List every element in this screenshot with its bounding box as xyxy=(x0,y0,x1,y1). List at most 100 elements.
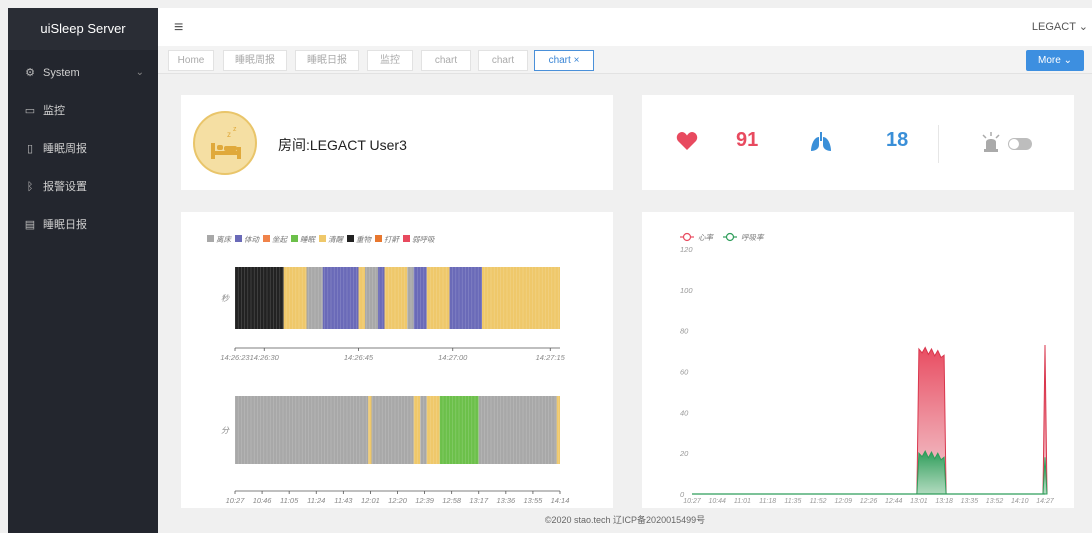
state-segment xyxy=(306,267,323,329)
chevron-down-icon: ⌄ xyxy=(135,67,144,78)
y-tick-label: 120 xyxy=(680,245,693,254)
top-header: ≡ LEGACT ⌄ xyxy=(158,8,1092,46)
legend-label: 心率 xyxy=(698,233,714,242)
legend-marker xyxy=(682,232,692,242)
svg-text:z: z xyxy=(233,126,237,133)
y-tick-label: 20 xyxy=(679,449,689,458)
state-segment xyxy=(413,267,427,329)
legend-label: 清醒 xyxy=(328,235,344,244)
x-tick-label: 10:27 xyxy=(226,496,246,505)
y-axis-label: 秒 xyxy=(221,294,230,303)
lungs-icon xyxy=(811,132,831,151)
x-tick-label: 10:27 xyxy=(683,498,702,505)
state-segment xyxy=(384,267,408,329)
x-tick-label: 13:36 xyxy=(496,496,516,505)
x-tick-label: 11:35 xyxy=(784,498,801,505)
legend-label: 重物 xyxy=(356,235,372,244)
x-tick-label: 14:26:45 xyxy=(344,353,374,362)
x-tick-label: 12:01 xyxy=(361,496,380,505)
x-tick-label: 14:14 xyxy=(551,496,570,505)
state-segment xyxy=(371,396,414,464)
legend-label: 弱呼吸 xyxy=(412,235,435,244)
legend-label: 坐起 xyxy=(272,235,288,244)
sidebar-item-monitor[interactable]: ▭ 监控 xyxy=(8,92,158,130)
state-segment xyxy=(235,396,369,464)
x-tick-label: 13:55 xyxy=(524,496,544,505)
heart-icon xyxy=(676,132,698,150)
x-tick-label: 12:26 xyxy=(860,498,878,505)
state-segment xyxy=(283,267,307,329)
breath-rate-value: 18 xyxy=(886,129,909,151)
x-tick-label: 11:52 xyxy=(810,498,827,505)
heart-rate-area xyxy=(692,344,1048,495)
x-tick-label: 12:09 xyxy=(835,498,853,505)
tab-chart[interactable]: chart xyxy=(421,50,471,71)
x-tick-label: 14:27:00 xyxy=(438,353,468,362)
tab-daily-report[interactable]: 睡眠日报 xyxy=(295,50,359,71)
monitor-icon: ▭ xyxy=(24,105,36,117)
sidebar-item-system[interactable]: ⚙ System ⌄ xyxy=(8,54,158,92)
toggle-knob xyxy=(1009,139,1019,149)
x-tick-label: 11:43 xyxy=(334,496,353,505)
x-tick-label: 11:01 xyxy=(734,498,751,505)
document-icon: ▯ xyxy=(26,143,34,155)
sidebar-item-daily-report[interactable]: ▤ 睡眠日报 xyxy=(8,206,158,244)
app-title: uiSleep Server xyxy=(8,8,158,50)
state-segment xyxy=(358,267,365,329)
x-tick-label: 13:17 xyxy=(469,496,489,505)
x-tick-label: 11:18 xyxy=(759,498,776,505)
legend-label: 离床 xyxy=(216,235,232,244)
chart-legend: 离床 体动 坐起 睡眠 清醒 重物 打鼾 弱呼吸 xyxy=(207,235,435,244)
svg-text:z: z xyxy=(227,130,231,139)
legend-swatch xyxy=(263,235,270,242)
sleep-state-chart: 离床 体动 坐起 睡眠 清醒 重物 打鼾 弱呼吸 秒 14:26:23 14:26:30 14:26… xyxy=(207,235,570,505)
x-tick-label: 11:05 xyxy=(280,496,299,505)
vitals-area-chart-card: 心率 呼吸率 0 20 40 60 80 100 120 10:27 10:44 11:01 11:1… xyxy=(642,212,1074,508)
tab-bar: Home 睡眠周报 睡眠日报 监控 chart chart chart × Mo… xyxy=(158,46,1092,74)
tab-weekly-report[interactable]: 睡眠周报 xyxy=(223,50,287,71)
chevron-down-icon: ⌄ xyxy=(1078,21,1088,33)
x-tick-label: 11:24 xyxy=(307,496,325,505)
legend-swatch xyxy=(347,235,354,242)
bluetooth-icon: ᛒ xyxy=(26,181,34,193)
state-segment xyxy=(449,267,482,329)
tab-chart[interactable]: chart xyxy=(478,50,528,71)
x-tick-label: 13:52 xyxy=(986,498,1004,505)
tab-chart-active[interactable]: chart × xyxy=(534,50,594,71)
alarm-toggle[interactable] xyxy=(1008,138,1032,150)
legend-swatch xyxy=(403,235,410,242)
x-tick-label: 10:46 xyxy=(253,496,273,505)
room-card: z z 房间:LEGACT User3 xyxy=(181,95,613,190)
y-axis-label: 分 xyxy=(221,426,230,435)
legend-swatch xyxy=(235,235,242,242)
sidebar-item-label: System xyxy=(43,67,80,79)
gear-icon: ⚙ xyxy=(25,67,35,79)
sleeping-bed-icon: z z xyxy=(193,111,257,175)
x-tick-label: 12:39 xyxy=(415,496,435,505)
sidebar-item-alarm-settings[interactable]: ᛒ 报警设置 xyxy=(8,168,158,206)
state-segment xyxy=(407,267,414,329)
sidebar-item-label: 报警设置 xyxy=(43,181,87,193)
x-tick-label: 14:27:15 xyxy=(536,353,566,362)
footer: ©2020 stao.tech 辽ICP备2020015499号 xyxy=(544,515,706,525)
sidebar-item-weekly-report[interactable]: ▯ 睡眠周报 xyxy=(8,130,158,168)
sidebar: uiSleep Server ⚙ System ⌄ ▭ 监控 ▯ 睡眠周报 ᛒ … xyxy=(8,8,158,533)
legend-swatch xyxy=(207,235,214,242)
user-menu[interactable]: LEGACT ⌄ xyxy=(1032,20,1088,33)
x-tick-label: 14:10 xyxy=(1011,498,1029,505)
state-segment xyxy=(478,396,557,464)
menu-toggle-icon[interactable]: ≡ xyxy=(174,19,183,37)
x-tick-label: 14:26:30 xyxy=(250,353,280,362)
sidebar-item-label: 睡眠周报 xyxy=(43,143,87,155)
report-icon: ▤ xyxy=(24,219,36,231)
more-button[interactable]: More ⌄ xyxy=(1026,50,1084,71)
x-tick-label: 12:58 xyxy=(442,496,462,505)
user-name: LEGACT xyxy=(1031,21,1076,33)
legend-swatch xyxy=(291,235,298,242)
y-tick-label: 80 xyxy=(680,327,689,336)
vitals-card: 91 18 xyxy=(642,95,1074,190)
legend-label: 呼吸率 xyxy=(741,233,765,242)
tab-home[interactable]: Home xyxy=(168,50,214,71)
state-segment xyxy=(368,396,372,464)
tab-monitor[interactable]: 监控 xyxy=(367,50,413,71)
